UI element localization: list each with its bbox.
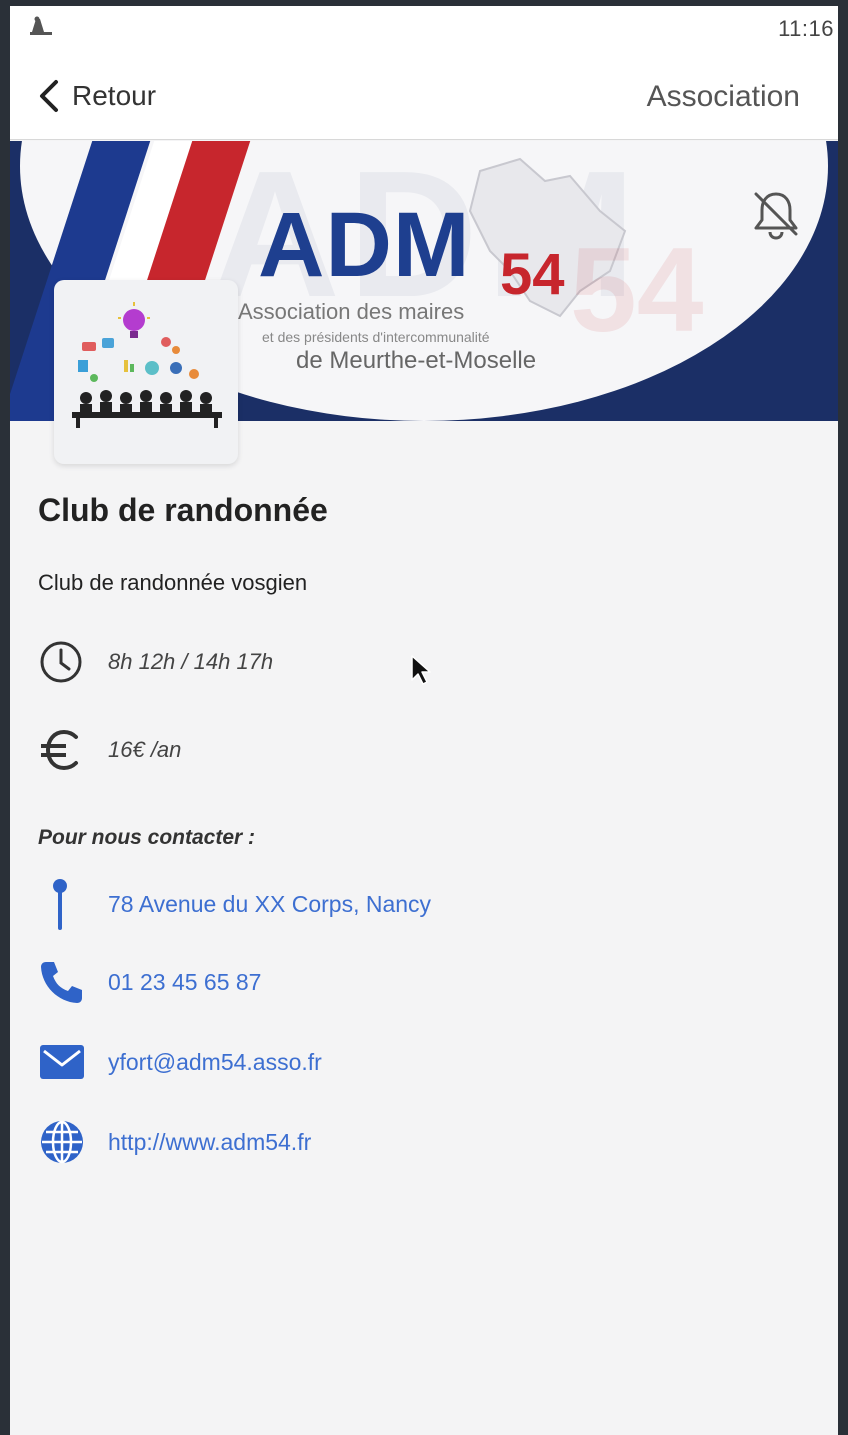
association-picture bbox=[54, 280, 238, 464]
watermark-number: 54 bbox=[570, 223, 704, 357]
euro-icon bbox=[38, 726, 88, 774]
address-link[interactable]: 78 Avenue du XX Corps, Nancy bbox=[108, 891, 431, 918]
page-title: Association bbox=[646, 80, 800, 113]
membership-price: 16€ /an bbox=[108, 737, 182, 762]
hours-row: 8h 12h / 14h 17h bbox=[38, 638, 273, 686]
email-link[interactable]: yfort@adm54.asso.fr bbox=[108, 1049, 322, 1076]
app-screen: 11:16 Retour Association ADM 54 ADM 54 A… bbox=[10, 6, 838, 1435]
price-row: 16€ /an bbox=[38, 726, 181, 774]
globe-icon bbox=[38, 1118, 88, 1166]
phone-row[interactable]: 01 23 45 65 87 bbox=[38, 958, 261, 1006]
contact-heading: Pour nous contacter : bbox=[38, 826, 256, 849]
meeting-illustration bbox=[72, 302, 222, 428]
email-row[interactable]: yfort@adm54.asso.fr bbox=[38, 1038, 322, 1086]
logo-tagline-3: de Meurthe-et-Moselle bbox=[296, 347, 537, 374]
website-link[interactable]: http://www.adm54.fr bbox=[108, 1129, 311, 1156]
association-name: Club de randonnée bbox=[38, 492, 328, 528]
back-label: Retour bbox=[72, 80, 157, 111]
logo-54-text: 54 bbox=[500, 242, 565, 307]
address-row[interactable]: 78 Avenue du XX Corps, Nancy bbox=[38, 879, 431, 930]
website-row[interactable]: http://www.adm54.fr bbox=[38, 1118, 311, 1166]
opening-hours: 8h 12h / 14h 17h bbox=[108, 649, 274, 674]
mail-icon bbox=[38, 1038, 88, 1086]
phone-icon bbox=[38, 958, 88, 1006]
map-pin-icon bbox=[38, 879, 88, 930]
association-description: Club de randonnée vosgien bbox=[38, 570, 308, 595]
status-bar: 11:16 bbox=[10, 6, 838, 50]
phone-link[interactable]: 01 23 45 65 87 bbox=[108, 969, 261, 996]
back-button[interactable]: Retour bbox=[36, 76, 156, 116]
status-time: 11:16 bbox=[778, 16, 834, 41]
chevron-left-icon bbox=[40, 80, 58, 112]
nav-bar: Retour Association bbox=[10, 50, 838, 140]
clock-icon bbox=[38, 638, 88, 686]
vlc-cone-icon bbox=[30, 16, 52, 35]
bell-off-icon[interactable] bbox=[748, 186, 804, 242]
mouse-cursor-icon bbox=[411, 655, 431, 685]
logo-tagline-1: Association des maires bbox=[238, 299, 465, 324]
logo-tagline-2: et des présidents d'intercommunalité bbox=[262, 329, 490, 345]
logo-adm-text: ADM bbox=[258, 194, 471, 296]
